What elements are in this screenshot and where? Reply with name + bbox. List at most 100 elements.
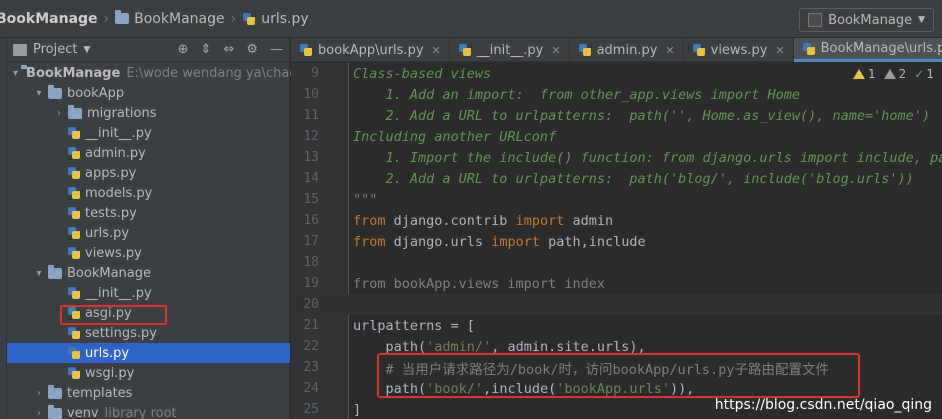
- code-line[interactable]: 13 1. Import the include() function: fro…: [291, 147, 942, 168]
- django-icon: [808, 13, 823, 27]
- close-icon[interactable]: ✕: [432, 44, 441, 57]
- python-file-icon: [802, 42, 816, 56]
- run-configuration-select[interactable]: BookManage ▼: [799, 8, 934, 32]
- code-line[interactable]: 9 Class-based views: [291, 63, 942, 84]
- tree-folder-item[interactable]: › venv library root: [7, 403, 290, 419]
- line-number: 20: [303, 297, 319, 312]
- tree-item-label: BookManage: [26, 65, 121, 81]
- code-line[interactable]: 15 """: [291, 189, 942, 210]
- editor-tab[interactable]: BookManage\urls.py✕: [793, 38, 942, 62]
- chevron-right-icon[interactable]: ›: [33, 408, 45, 419]
- code-line[interactable]: 11 2. Add a URL to urlpatterns: path('',…: [291, 105, 942, 126]
- line-number: 23: [303, 360, 319, 375]
- editor-tab[interactable]: __init__.py ✕: [450, 38, 570, 62]
- chevron-right-icon[interactable]: ›: [33, 388, 45, 399]
- tree-item-path: E:\wode wendang ya\chao: [126, 65, 298, 81]
- close-icon[interactable]: ✕: [551, 44, 560, 57]
- close-icon[interactable]: ✕: [665, 44, 674, 57]
- project-panel-title[interactable]: Project: [33, 42, 77, 57]
- tree-item-label: migrations: [87, 105, 157, 121]
- tree-file-item[interactable]: urls.py: [7, 343, 290, 363]
- code-text: ]: [353, 401, 362, 418]
- python-file-icon: [242, 12, 256, 26]
- run-configuration-label: BookManage: [828, 12, 913, 28]
- tree-file-item[interactable]: tests.py: [7, 203, 290, 223]
- tree-item-label: venv: [67, 405, 99, 419]
- python-file-icon: [67, 326, 81, 340]
- tree-folder-item[interactable]: › migrations: [7, 103, 290, 123]
- code-line[interactable]: 18: [291, 252, 942, 273]
- code-line[interactable]: 20: [291, 294, 942, 315]
- line-number: 14: [303, 171, 319, 186]
- code-line[interactable]: 19 from bookApp.views import index: [291, 273, 942, 294]
- folder-icon: [68, 104, 82, 119]
- tree-file-item[interactable]: admin.py: [7, 143, 290, 163]
- project-toolbar: ⊕ ⇕ ⇔ ⚙ —: [178, 42, 283, 57]
- tree-file-item[interactable]: models.py: [7, 183, 290, 203]
- folder-icon: [48, 404, 62, 419]
- tree-file-item[interactable]: __init__.py: [7, 283, 290, 303]
- tree-item-label: BookManage: [67, 265, 151, 281]
- folder-icon: [115, 10, 130, 24]
- breadcrumb-project[interactable]: BookManage: [0, 11, 98, 27]
- chevron-right-icon[interactable]: ›: [53, 108, 65, 119]
- tree-item-label: urls.py: [85, 345, 130, 361]
- left-tool-strip: [0, 38, 7, 419]
- ok-count: 1: [926, 67, 934, 81]
- inspection-widget[interactable]: 1 2 ✓ 1: [853, 67, 934, 81]
- code-line[interactable]: 10 1. Add an import: from other_app.view…: [291, 84, 942, 105]
- hide-icon[interactable]: —: [270, 42, 283, 57]
- code-line[interactable]: 14 2. Add a URL to urlpatterns: path('bl…: [291, 168, 942, 189]
- code-line[interactable]: 21 urlpatterns = [: [291, 315, 942, 336]
- tree-file-item[interactable]: __init__.py: [7, 123, 290, 143]
- code-text: from django.urls import path,include: [353, 233, 646, 250]
- tree-file-item[interactable]: views.py: [7, 243, 290, 263]
- editor-tab[interactable]: admin.py ✕: [570, 38, 684, 62]
- chevron-down-icon[interactable]: ▾: [33, 268, 45, 279]
- tree-item-label: apps.py: [85, 165, 137, 181]
- line-number: 9: [311, 66, 319, 81]
- breadcrumb-file[interactable]: urls.py: [261, 11, 308, 27]
- chevron-down-icon[interactable]: ▼: [83, 45, 90, 55]
- watermark: https://blog.csdn.net/qiao_qing: [714, 397, 932, 413]
- expand-all-icon[interactable]: ⇕: [201, 42, 212, 57]
- warning-count: 1: [868, 67, 876, 81]
- code-text: urlpatterns = [: [353, 317, 475, 334]
- tree-item-label: __init__.py: [85, 285, 152, 301]
- tree-file-item[interactable]: urls.py: [7, 223, 290, 243]
- breadcrumb-folder[interactable]: BookManage: [134, 11, 224, 27]
- close-icon[interactable]: ✕: [775, 44, 784, 57]
- navigation-bar: BookManage › BookManage › urls.py BookMa…: [0, 0, 942, 38]
- tab-label: bookApp\urls.py: [318, 42, 424, 58]
- tree-folder-item[interactable]: › templates: [7, 383, 290, 403]
- locate-icon[interactable]: ⊕: [178, 42, 189, 57]
- code-line[interactable]: 12 Including another URLconf: [291, 126, 942, 147]
- code-text: Including another URLconf: [353, 128, 557, 145]
- chevron-down-icon[interactable]: ▾: [33, 88, 45, 99]
- tree-folder-item[interactable]: ▾ bookApp: [7, 83, 290, 103]
- editor-tabs: bookApp\urls.py ✕ __init__.py ✕ admin.py ✕ vie…: [291, 38, 942, 62]
- editor-tab[interactable]: bookApp\urls.py ✕: [291, 38, 450, 62]
- tree-file-item[interactable]: apps.py: [7, 163, 290, 183]
- tree-file-item[interactable]: wsgi.py: [7, 363, 290, 383]
- tree-file-item[interactable]: settings.py: [7, 323, 290, 343]
- line-number: 16: [303, 213, 319, 228]
- check-icon: ✓: [914, 67, 925, 81]
- tree-item-label: tests.py: [85, 205, 137, 221]
- weak-warning-icon: [883, 69, 896, 79]
- chevron-down-icon[interactable]: ▾: [13, 68, 18, 79]
- breadcrumb: BookManage › BookManage › urls.py: [0, 0, 309, 38]
- code-line[interactable]: 16 from django.contrib import admin: [291, 210, 942, 231]
- python-file-icon: [67, 146, 81, 160]
- collapse-all-icon[interactable]: ⇔: [223, 42, 234, 57]
- python-file-icon: [67, 186, 81, 200]
- highlight-box-tree: [60, 305, 167, 325]
- code-text: Class-based views: [353, 65, 492, 82]
- code-line[interactable]: 17 from django.urls import path,include: [291, 231, 942, 252]
- gear-icon[interactable]: ⚙: [246, 42, 258, 57]
- tree-folder-item[interactable]: ▾ BookManage: [7, 263, 290, 283]
- project-panel: Project ▼ ⊕ ⇕ ⇔ ⚙ — ▾ BookManage E:\wode w…: [7, 38, 297, 419]
- tree-folder-item[interactable]: ▾ BookManage E:\wode wendang ya\chao: [7, 63, 297, 83]
- editor-tab[interactable]: views.py ✕: [684, 38, 794, 62]
- warning-icon: [853, 69, 866, 79]
